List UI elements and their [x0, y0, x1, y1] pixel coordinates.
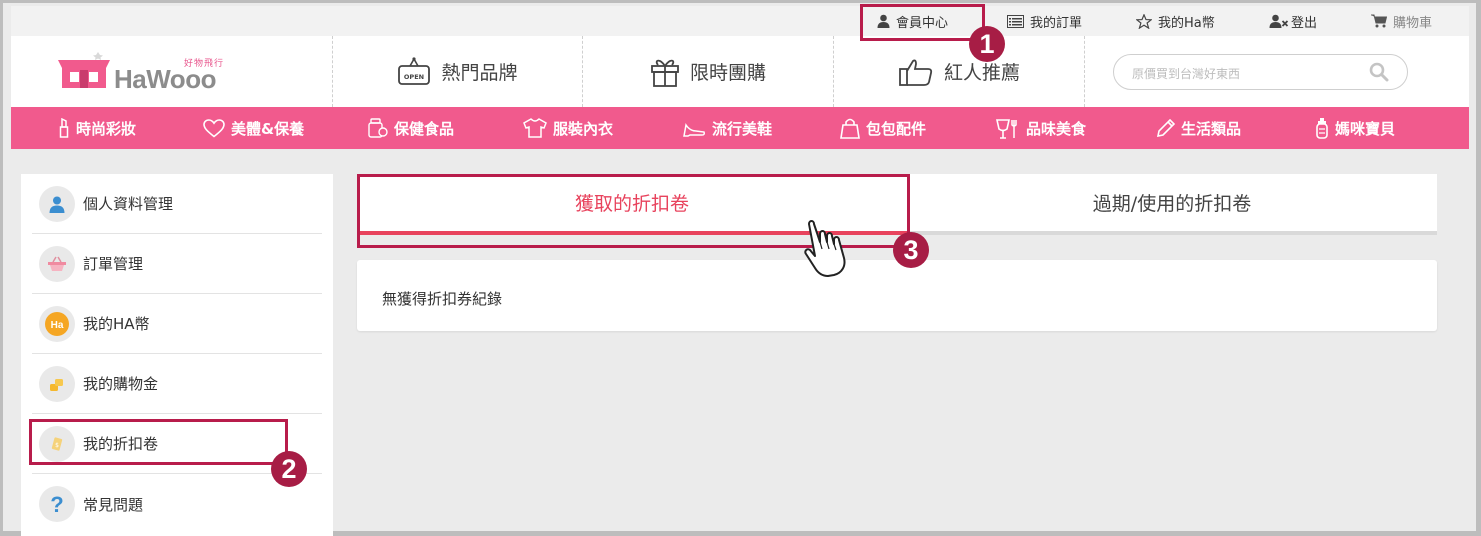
sidebar-item-label: 我的HA幣 [83, 315, 150, 333]
cup-fork-icon [996, 118, 1017, 139]
hand-pointer-cursor-icon [804, 220, 846, 277]
cat-bodycare-label: 美體&保養 [231, 119, 305, 138]
cat-shoes[interactable]: 流行美鞋 [682, 107, 772, 149]
nav-divider [1084, 36, 1085, 107]
question-icon: ? [39, 486, 75, 522]
nav-group-buy-label: 限時團購 [689, 62, 766, 84]
faq-badge-text: ? [50, 492, 63, 516]
ha-coin-icon: Ha [39, 305, 75, 342]
heart-icon [203, 118, 225, 138]
nav-hot-brands-label: 熱門品牌 [441, 62, 518, 84]
logout-link[interactable]: 登出 [1269, 6, 1317, 36]
logout-label: 登出 [1291, 15, 1318, 31]
cat-baby[interactable]: 媽咪寶貝 [1315, 107, 1395, 149]
nav-hot-brands[interactable]: OPEN 熱門品牌 [332, 36, 582, 107]
hawooo-logo[interactable]: HaWooo 好物飛行 [56, 42, 236, 98]
profile-icon [39, 185, 75, 222]
logo-mark-icon [58, 52, 110, 88]
empty-coupon-message: 無獲得折扣券紀錄 [382, 290, 503, 308]
cat-bags[interactable]: 包包配件 [840, 107, 926, 149]
basket-icon [39, 245, 75, 282]
cat-bodycare[interactable]: 美體&保養 [203, 107, 304, 149]
my-orders-label: 我的訂單 [1030, 15, 1083, 31]
my-ha-coin-link[interactable]: 我的Ha幣 [1136, 6, 1215, 36]
thumbs-up-icon [899, 59, 933, 86]
highlight-box-step1 [860, 4, 985, 41]
cat-makeup[interactable]: 時尚彩妝 [58, 107, 136, 149]
cat-shoes-label: 流行美鞋 [712, 119, 773, 138]
tab-expired-used-coupons[interactable]: 過期/使用的折扣卷 [907, 174, 1437, 235]
coupon-list-panel: 無獲得折扣券紀錄 [357, 260, 1437, 331]
sidebar-item-orders[interactable]: 訂單管理 [32, 234, 322, 294]
cat-bags-label: 包包配件 [866, 119, 927, 138]
cart-link[interactable]: 購物車 [1371, 6, 1432, 36]
cat-lifestyle-label: 生活類品 [1181, 119, 1242, 138]
my-orders-link[interactable]: 我的訂單 [1007, 6, 1082, 36]
step-badge-2: 2 [271, 451, 307, 487]
bag-icon [840, 118, 860, 139]
logout-user-icon [1269, 14, 1289, 28]
sidebar-item-shopping-credit[interactable]: 我的購物金 [32, 354, 322, 414]
cat-gourmet[interactable]: 品味美食 [996, 107, 1086, 149]
cat-apparel[interactable]: 服裝內衣 [523, 107, 613, 149]
coins-icon [39, 365, 75, 402]
lipstick-icon [59, 118, 69, 138]
order-list-icon [1007, 14, 1024, 28]
heel-icon [683, 123, 705, 137]
step-badge-3: 3 [893, 232, 929, 268]
site-header: HaWooo 好物飛行 OPEN 熱門品牌 限時團購 紅人推薦 原價買到台灣好東… [11, 36, 1469, 107]
ha-coin-badge-text: Ha [51, 320, 64, 331]
shirt-icon [523, 118, 547, 138]
search-box[interactable]: 原價買到台灣好東西 [1113, 54, 1408, 90]
gift-icon [651, 59, 679, 87]
cat-apparel-label: 服裝內衣 [553, 119, 614, 138]
cart-icon [1371, 14, 1387, 28]
cat-lifestyle[interactable]: 生活類品 [1157, 107, 1241, 149]
sidebar-item-label: 訂單管理 [83, 255, 144, 273]
sidebar-item-profile[interactable]: 個人資料管理 [32, 174, 322, 234]
cat-makeup-label: 時尚彩妝 [76, 119, 137, 138]
search-icon[interactable] [1369, 62, 1389, 82]
baby-bottle-icon [1316, 118, 1328, 139]
sidebar-item-label: 個人資料管理 [83, 195, 174, 213]
nav-influencer-picks[interactable]: 紅人推薦 [833, 36, 1084, 107]
cat-health-food[interactable]: 保健食品 [368, 107, 454, 149]
sidebar-item-label: 我的購物金 [83, 375, 159, 393]
sidebar-item-ha-coin[interactable]: Ha 我的HA幣 [32, 294, 322, 354]
nav-influencer-picks-label: 紅人推薦 [943, 62, 1020, 84]
logo-subtitle: 好物飛行 [184, 59, 225, 69]
sidebar-item-label: 常見問題 [83, 495, 144, 514]
pencil-icon [1157, 119, 1175, 137]
star-icon [1136, 13, 1152, 29]
cat-baby-label: 媽咪寶貝 [1335, 119, 1396, 138]
supplement-icon [368, 118, 388, 138]
cat-gourmet-label: 品味美食 [1026, 119, 1087, 138]
top-utility-bar: 會員中心 我的訂單 我的Ha幣 登出 購物車 [11, 6, 1469, 36]
step-badge-1: 1 [969, 26, 1005, 62]
search-placeholder: 原價買到台灣好東西 [1132, 67, 1241, 81]
category-bar: 時尚彩妝 美體&保養 保健食品 服裝內衣 流行美鞋 包包配件 品味美食 生活類品… [11, 107, 1469, 149]
my-ha-coin-label: 我的Ha幣 [1158, 15, 1215, 31]
open-sign-icon: OPEN [398, 56, 431, 85]
svg-text:OPEN: OPEN [404, 73, 424, 81]
nav-group-buy[interactable]: 限時團購 [582, 36, 833, 107]
cart-label: 購物車 [1393, 15, 1433, 31]
highlight-box-step2 [29, 419, 288, 465]
cat-health-food-label: 保健食品 [394, 119, 455, 138]
